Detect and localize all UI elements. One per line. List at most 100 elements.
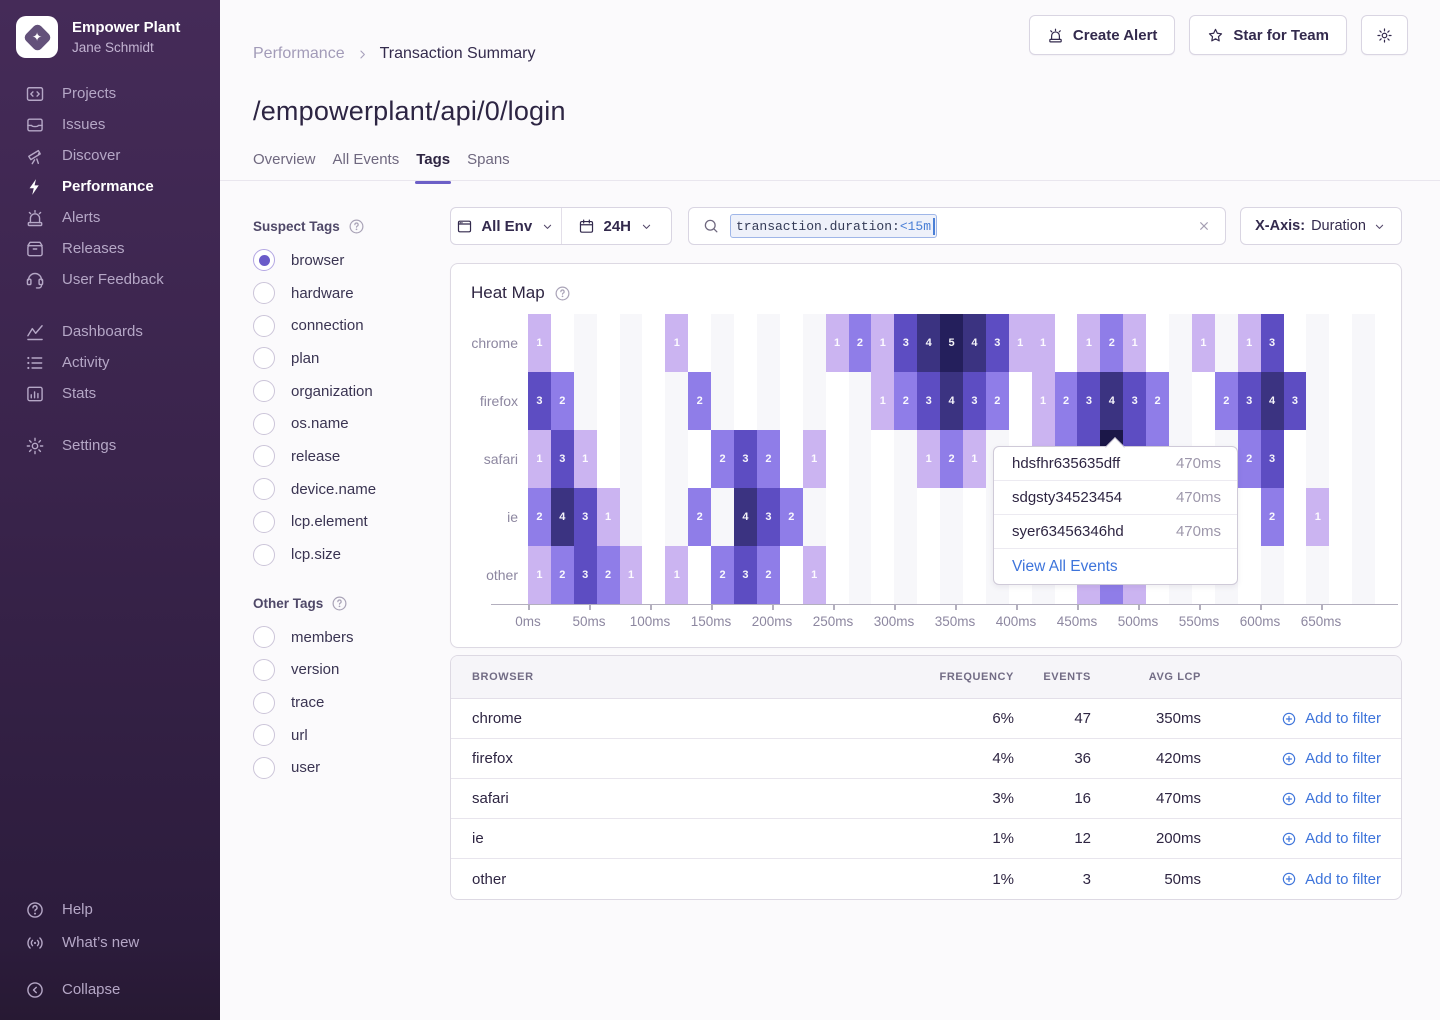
heatmap-cell[interactable]: 3 <box>528 372 551 430</box>
tag-radio-hardware[interactable]: hardware <box>253 277 433 310</box>
heatmap-cell[interactable]: 2 <box>1215 372 1238 430</box>
heatmap-cell[interactable]: 4 <box>551 488 574 546</box>
heatmap-cell[interactable]: 1 <box>1032 314 1055 372</box>
org-switcher[interactable]: ✦ Empower Plant Jane Schmidt <box>0 0 220 68</box>
heatmap-cell[interactable]: 2 <box>528 488 551 546</box>
tag-radio-lcp-element[interactable]: lcp.element <box>253 506 433 539</box>
heatmap-cell[interactable]: 2 <box>688 488 711 546</box>
heatmap-cell[interactable]: 1 <box>1306 488 1329 546</box>
tag-radio-organization[interactable]: organization <box>253 375 433 408</box>
sidebar-item-issues[interactable]: Issues <box>0 109 220 140</box>
add-to-filter-link[interactable]: Add to filter <box>1201 710 1402 727</box>
heatmap-cell[interactable]: 1 <box>665 314 688 372</box>
heatmap-cell[interactable]: 1 <box>1192 314 1215 372</box>
heatmap-cell[interactable]: 4 <box>1100 372 1123 430</box>
heatmap-cell[interactable]: 2 <box>597 546 620 604</box>
heatmap-cell[interactable]: 3 <box>1077 372 1100 430</box>
heatmap-cell[interactable]: 2 <box>940 430 963 488</box>
sidebar-item-discover[interactable]: Discover <box>0 140 220 171</box>
tooltip-event-row[interactable]: sdgsty34523454470ms <box>994 481 1237 515</box>
view-all-events-link[interactable]: View All Events <box>994 549 1237 584</box>
heatmap-cell[interactable]: 1 <box>1238 314 1261 372</box>
heatmap-cell[interactable]: 2 <box>1055 372 1078 430</box>
add-to-filter-link[interactable]: Add to filter <box>1201 871 1402 888</box>
sidebar-item-stats[interactable]: Stats <box>0 378 220 409</box>
heatmap-cell[interactable]: 1 <box>803 430 826 488</box>
heatmap-cell[interactable]: 2 <box>986 372 1009 430</box>
tag-radio-url[interactable]: url <box>253 719 433 752</box>
add-to-filter-link[interactable]: Add to filter <box>1201 830 1402 847</box>
heatmap-cell[interactable]: 1 <box>1032 372 1055 430</box>
tag-radio-os-name[interactable]: os.name <box>253 407 433 440</box>
heatmap-cell[interactable]: 1 <box>574 430 597 488</box>
tab-spans[interactable]: Spans <box>467 151 510 181</box>
heatmap-cell[interactable]: 3 <box>917 372 940 430</box>
sidebar-item-what-s-new[interactable]: What’s new <box>0 926 220 959</box>
sidebar-item-projects[interactable]: Projects <box>0 78 220 109</box>
sidebar-item-alerts[interactable]: Alerts <box>0 202 220 233</box>
search-input[interactable]: transaction.duration: <15m <box>688 207 1226 245</box>
heatmap-cell[interactable]: 2 <box>711 430 734 488</box>
help-circle-icon[interactable] <box>331 595 348 612</box>
heatmap-cell[interactable]: 3 <box>1123 372 1146 430</box>
heatmap-cell[interactable]: 3 <box>551 430 574 488</box>
heatmap-cell[interactable]: 2 <box>688 372 711 430</box>
help-circle-icon[interactable] <box>554 285 571 302</box>
clear-search-icon[interactable] <box>1196 218 1212 234</box>
tab-tags[interactable]: Tags <box>416 151 450 181</box>
heatmap-cell[interactable]: 2 <box>757 430 780 488</box>
heatmap-cell[interactable]: 3 <box>574 488 597 546</box>
star-for-team-button[interactable]: Star for Team <box>1189 15 1347 55</box>
heatmap-cell[interactable]: 1 <box>665 546 688 604</box>
heatmap-cell[interactable]: 2 <box>1100 314 1123 372</box>
heatmap-cell[interactable]: 1 <box>871 314 894 372</box>
tab-overview[interactable]: Overview <box>253 151 316 181</box>
sidebar-item-performance[interactable]: Performance <box>0 171 220 202</box>
heatmap-cell[interactable]: 3 <box>894 314 917 372</box>
heatmap-cell[interactable]: 2 <box>551 372 574 430</box>
tag-radio-trace[interactable]: trace <box>253 686 433 719</box>
sidebar-item-dashboards[interactable]: Dashboards <box>0 316 220 347</box>
heatmap-cell[interactable]: 1 <box>620 546 643 604</box>
heatmap-cell[interactable]: 3 <box>757 488 780 546</box>
heatmap-cell[interactable]: 4 <box>734 488 757 546</box>
tooltip-event-row[interactable]: syer63456346hd470ms <box>994 515 1237 549</box>
sidebar-item-releases[interactable]: Releases <box>0 233 220 264</box>
heatmap-cell[interactable]: 1 <box>1077 314 1100 372</box>
add-to-filter-link[interactable]: Add to filter <box>1201 750 1402 767</box>
heatmap-cell[interactable]: 1 <box>528 314 551 372</box>
tag-radio-version[interactable]: version <box>253 654 433 687</box>
heatmap-cell[interactable]: 4 <box>917 314 940 372</box>
heatmap-cell[interactable]: 1 <box>803 546 826 604</box>
tag-radio-browser[interactable]: browser <box>253 244 433 277</box>
settings-button[interactable] <box>1361 15 1408 55</box>
heatmap-cell[interactable]: 2 <box>780 488 803 546</box>
heatmap-cell[interactable]: 2 <box>1238 430 1261 488</box>
heatmap-cell[interactable]: 5 <box>940 314 963 372</box>
heatmap-cell[interactable]: 3 <box>1261 430 1284 488</box>
heatmap-cell[interactable]: 3 <box>1238 372 1261 430</box>
heatmap-cell[interactable]: 1 <box>963 430 986 488</box>
heatmap-cell[interactable]: 3 <box>1284 372 1307 430</box>
heatmap-cell[interactable]: 3 <box>734 546 757 604</box>
heatmap-cell[interactable]: 3 <box>986 314 1009 372</box>
heatmap-cell[interactable]: 1 <box>528 546 551 604</box>
tag-radio-release[interactable]: release <box>253 440 433 473</box>
search-filter-token[interactable]: transaction.duration: <15m <box>730 214 937 238</box>
heatmap-cell[interactable]: 1 <box>597 488 620 546</box>
create-alert-button[interactable]: Create Alert <box>1029 15 1175 55</box>
tag-radio-members[interactable]: members <box>253 621 433 654</box>
sidebar-item-activity[interactable]: Activity <box>0 347 220 378</box>
heatmap-cell[interactable]: 2 <box>1261 488 1284 546</box>
heatmap-cell[interactable]: 3 <box>963 372 986 430</box>
sidebar-item-settings[interactable]: Settings <box>0 430 220 461</box>
add-to-filter-link[interactable]: Add to filter <box>1201 790 1402 807</box>
tooltip-event-row[interactable]: hdsfhr635635dff470ms <box>994 447 1237 481</box>
heatmap-cell[interactable]: 1 <box>528 430 551 488</box>
heatmap-cell[interactable]: 2 <box>551 546 574 604</box>
tag-radio-plan[interactable]: plan <box>253 342 433 375</box>
heatmap-cell[interactable]: 2 <box>1146 372 1169 430</box>
tag-radio-device-name[interactable]: device.name <box>253 473 433 506</box>
heatmap-cell[interactable]: 1 <box>871 372 894 430</box>
environment-dropdown[interactable]: All Env <box>451 208 561 244</box>
